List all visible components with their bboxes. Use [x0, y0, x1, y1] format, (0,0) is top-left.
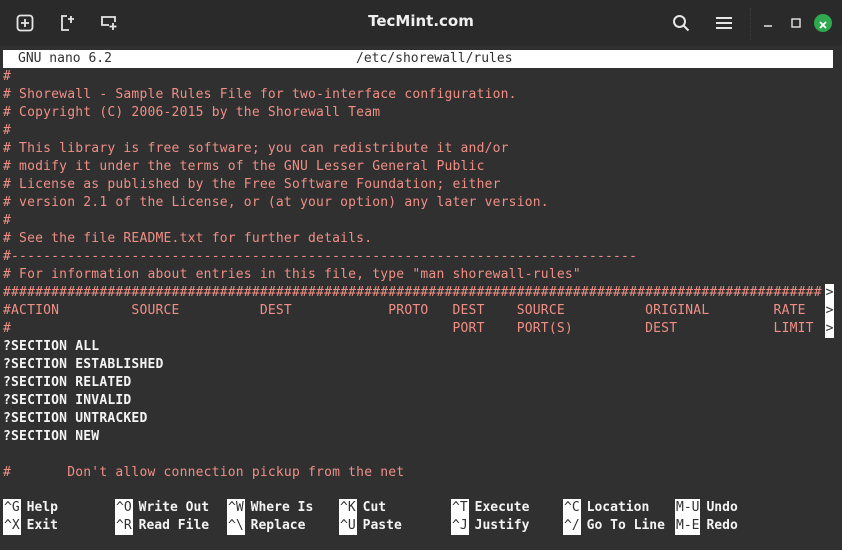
shortcut-label: Justify [474, 518, 530, 533]
line-overflow-indicator: > [825, 320, 834, 338]
shortcut-key: ^R [115, 517, 133, 535]
shortcut-label: Undo [706, 500, 738, 515]
editor-line: # modify it under the terms of the GNU L… [3, 159, 485, 174]
editor-line: # Shorewall - Sample Rules File for two-… [3, 87, 517, 102]
close-icon [819, 14, 827, 33]
editor-line: # [3, 213, 12, 228]
shortcut-go-to-line[interactable]: ^/ Go To Line [563, 517, 665, 535]
shortcut-key: ^W [227, 499, 245, 517]
maximize-icon [791, 18, 801, 28]
shortcut-key: ^\ [227, 517, 245, 535]
editor-line: # PORT PORT(S) DEST LIMIT [3, 321, 814, 336]
search-icon [672, 14, 690, 32]
line-overflow-indicator: > [825, 284, 834, 302]
titlebar: TecMint.com [0, 0, 842, 46]
editor-line: # License as published by the Free Softw… [3, 177, 501, 192]
editor-line: ?SECTION NEW [3, 429, 100, 444]
menu-button[interactable] [713, 12, 735, 34]
editor-line: # Don't allow connection pickup from the… [3, 465, 405, 480]
shortcut-replace[interactable]: ^\ Replace [227, 517, 305, 535]
editor-line: # [3, 69, 12, 84]
shortcut-label: Cut [362, 500, 387, 515]
nano-filename: /etc/shorewall/rules [356, 51, 513, 66]
editor-line: # See the file README.txt for further de… [3, 231, 373, 246]
editor-line: ?SECTION INVALID [3, 393, 132, 408]
terminal-area[interactable]: GNU nano 6.2 /etc/shorewall/rules # # Sho… [0, 46, 842, 550]
shortcut-label: Location [586, 500, 650, 515]
shortcut-undo[interactable]: M-U Undo [675, 499, 738, 517]
minimize-button[interactable] [757, 12, 779, 34]
shortcut-paste[interactable]: ^U Paste [339, 517, 402, 535]
shortcut-key: ^U [339, 517, 357, 535]
shortcut-label: Paste [362, 518, 402, 533]
editor-line: ?SECTION RELATED [3, 375, 132, 390]
close-button[interactable] [814, 14, 832, 32]
shortcut-justify[interactable]: ^J Justify [451, 517, 529, 535]
shortcut-label: Replace [250, 518, 306, 533]
editor-line: # For information about entries in this … [3, 267, 581, 282]
shortcut-key: ^/ [563, 517, 581, 535]
shortcut-where-is[interactable]: ^W Where Is [227, 499, 313, 517]
editor-line: # This library is free software; you can… [3, 141, 509, 156]
titlebar-separator [750, 8, 752, 40]
editor-line: # [3, 123, 12, 138]
shortcut-key: ^G [3, 499, 21, 517]
terminal-window: TecMint.com GNU nano 6.2 /etc/shorewall/… [0, 0, 842, 550]
editor-line: ?SECTION ESTABLISHED [3, 357, 164, 372]
editor-line: # version 2.1 of the License, or (at you… [3, 195, 549, 210]
shortcut-cut[interactable]: ^K Cut [339, 499, 386, 517]
shortcut-read-file[interactable]: ^R Read File [115, 517, 209, 535]
shortcut-key: M-E [675, 517, 701, 535]
line-overflow-indicator: > [825, 302, 834, 320]
editor-line: #ACTION SOURCE DEST PROTO DEST SOURCE OR… [3, 303, 806, 318]
shortcut-key: ^K [339, 499, 357, 517]
shortcut-key: ^J [451, 517, 469, 535]
shortcut-execute[interactable]: ^T Execute [451, 499, 529, 517]
nano-header: GNU nano 6.2 /etc/shorewall/rules [3, 50, 833, 68]
shortcut-label: Exit [26, 518, 58, 533]
search-button[interactable] [670, 12, 692, 34]
shortcut-redo[interactable]: M-E Redo [675, 517, 738, 535]
editor-line: ?SECTION UNTRACKED [3, 411, 148, 426]
shortcut-key: ^C [563, 499, 581, 517]
shortcut-label: Execute [474, 500, 530, 515]
shortcut-label: Where Is [250, 500, 314, 515]
editor-line: # Copyright (C) 2006-2015 by the Shorewa… [3, 105, 381, 120]
shortcut-write-out[interactable]: ^O Write Out [115, 499, 209, 517]
shortcut-key: M-U [675, 499, 701, 517]
shortcut-key: ^T [451, 499, 469, 517]
shortcut-key: ^X [3, 517, 21, 535]
shortcut-label: Write Out [138, 500, 210, 515]
shortcut-help[interactable]: ^G Help [3, 499, 58, 517]
maximize-button[interactable] [785, 12, 807, 34]
shortcut-label: Redo [706, 518, 738, 533]
shortcut-exit[interactable]: ^X Exit [3, 517, 58, 535]
minimize-icon [763, 18, 773, 28]
shortcut-location[interactable]: ^C Location [563, 499, 649, 517]
shortcut-label: Go To Line [586, 518, 665, 533]
shortcut-label: Help [26, 500, 58, 515]
editor-line: ########################################… [3, 285, 822, 300]
shortcut-key: ^O [115, 499, 133, 517]
shortcut-label: Read File [138, 518, 210, 533]
nano-version: GNU nano 6.2 [18, 51, 112, 66]
editor-line: ?SECTION ALL [3, 339, 100, 354]
hamburger-menu-icon [716, 16, 732, 30]
editor-line: #---------------------------------------… [3, 249, 638, 264]
